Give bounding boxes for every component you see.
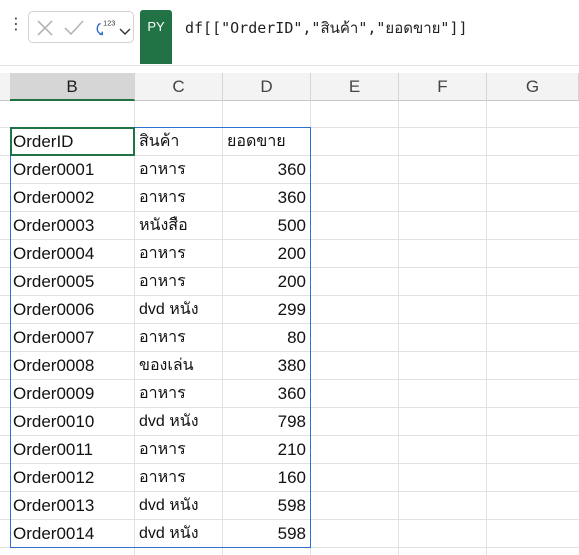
order-id-cell[interactable]: Order0001 [10,156,134,184]
vertical-dots-icon[interactable]: ⋮ [8,14,24,36]
product-cell[interactable]: dvd หนัง [135,520,222,548]
empty-row [0,548,579,555]
order-id-cell[interactable]: Order0014 [10,520,134,548]
product-cell[interactable]: หนังสือ [135,212,222,240]
sales-cell[interactable]: 200 [223,268,310,296]
python-badge[interactable]: PY [140,10,172,64]
header-product-cell[interactable]: สินค้า [135,128,222,156]
table-row: Order0010 dvd หนัง 798 [0,408,579,436]
table-row: Order0011 อาหาร 210 [0,436,579,464]
column-header-g[interactable]: G [487,73,579,101]
product-cell[interactable]: dvd หนัง [135,492,222,520]
sales-cell[interactable]: 360 [223,380,310,408]
sales-cell[interactable]: 798 [223,408,310,436]
order-id-cell[interactable]: Order0008 [10,352,134,380]
formula-controls: 123 [28,11,134,43]
table-row: Order0009 อาหาร 360 [0,380,579,408]
sales-cell[interactable]: 360 [223,184,310,212]
product-cell[interactable]: อาหาร [135,380,222,408]
enter-check-icon[interactable] [63,18,85,38]
order-id-cell[interactable]: Order0005 [10,268,134,296]
sales-cell[interactable]: 598 [223,492,310,520]
python-output-badge: 123 [103,18,115,27]
sales-cell[interactable]: 598 [223,520,310,548]
order-id-cell[interactable]: Order0004 [10,240,134,268]
column-header-e[interactable]: E [311,73,399,101]
order-id-cell[interactable]: Order0013 [10,492,134,520]
product-cell[interactable]: อาหาร [135,156,222,184]
order-id-cell[interactable]: Order0006 [10,296,134,324]
table-row: Order0006 dvd หนัง 299 [0,296,579,324]
order-id-cell[interactable]: Order0002 [10,184,134,212]
column-header-row: B C D E F G [0,73,579,101]
order-id-cell[interactable]: Order0012 [10,464,134,492]
sales-cell[interactable]: 500 [223,212,310,240]
product-cell[interactable]: อาหาร [135,464,222,492]
sales-cell[interactable]: 80 [223,324,310,352]
table-row: Order0001 อาหาร 360 [0,156,579,184]
sales-cell[interactable]: 160 [223,464,310,492]
product-cell[interactable]: อาหาร [135,184,222,212]
sales-cell[interactable]: 380 [223,352,310,380]
product-cell[interactable]: อาหาร [135,268,222,296]
product-cell[interactable]: อาหาร [135,436,222,464]
table-row: Order0008 ของเล่น 380 [0,352,579,380]
table-row: Order0004 อาหาร 200 [0,240,579,268]
table-row: Order0002 อาหาร 360 [0,184,579,212]
order-id-cell[interactable]: Order0007 [10,324,134,352]
product-cell[interactable]: ของเล่น [135,352,222,380]
product-cell[interactable]: dvd หนัง [135,296,222,324]
product-cell[interactable]: อาหาร [135,324,222,352]
table-header-row: OrderID สินค้า ยอดขาย [0,128,579,156]
table-row: Order0013 dvd หนัง 598 [0,492,579,520]
sales-cell[interactable]: 299 [223,296,310,324]
formula-bar: ⋮ 123 PY df[["OrderID","สินค้า","ยอดขาย"… [0,0,579,66]
header-sales-cell[interactable]: ยอดขาย [223,128,310,156]
python-output-icon[interactable]: 123 [93,18,117,38]
table-row: Order0014 dvd หนัง 598 [0,520,579,548]
formula-input[interactable]: df[["OrderID","สินค้า","ยอดขาย"]] [185,16,468,40]
sales-cell[interactable]: 210 [223,436,310,464]
column-header-f[interactable]: F [399,73,487,101]
chevron-down-icon[interactable] [119,22,131,42]
sales-cell[interactable]: 360 [223,156,310,184]
cancel-icon[interactable] [35,18,55,38]
sales-cell[interactable]: 200 [223,240,310,268]
header-order-id-cell[interactable]: OrderID [10,128,134,156]
order-id-cell[interactable]: Order0003 [10,212,134,240]
table-row: Order0007 อาหาร 80 [0,324,579,352]
product-cell[interactable]: dvd หนัง [135,408,222,436]
order-id-cell[interactable]: Order0010 [10,408,134,436]
table-row: Order0003 หนังสือ 500 [0,212,579,240]
empty-row [0,100,579,128]
table-row: Order0005 อาหาร 200 [0,268,579,296]
product-cell[interactable]: อาหาร [135,240,222,268]
column-header-d[interactable]: D [223,73,311,101]
table-row: Order0012 อาหาร 160 [0,464,579,492]
column-header-b[interactable]: B [10,73,135,101]
cell-grid[interactable]: OrderID สินค้า ยอดขาย Order0001 อาหาร 360 Orde… [0,101,579,555]
order-id-cell[interactable]: Order0009 [10,380,134,408]
order-id-cell[interactable]: Order0011 [10,436,134,464]
column-header-c[interactable]: C [135,73,223,101]
